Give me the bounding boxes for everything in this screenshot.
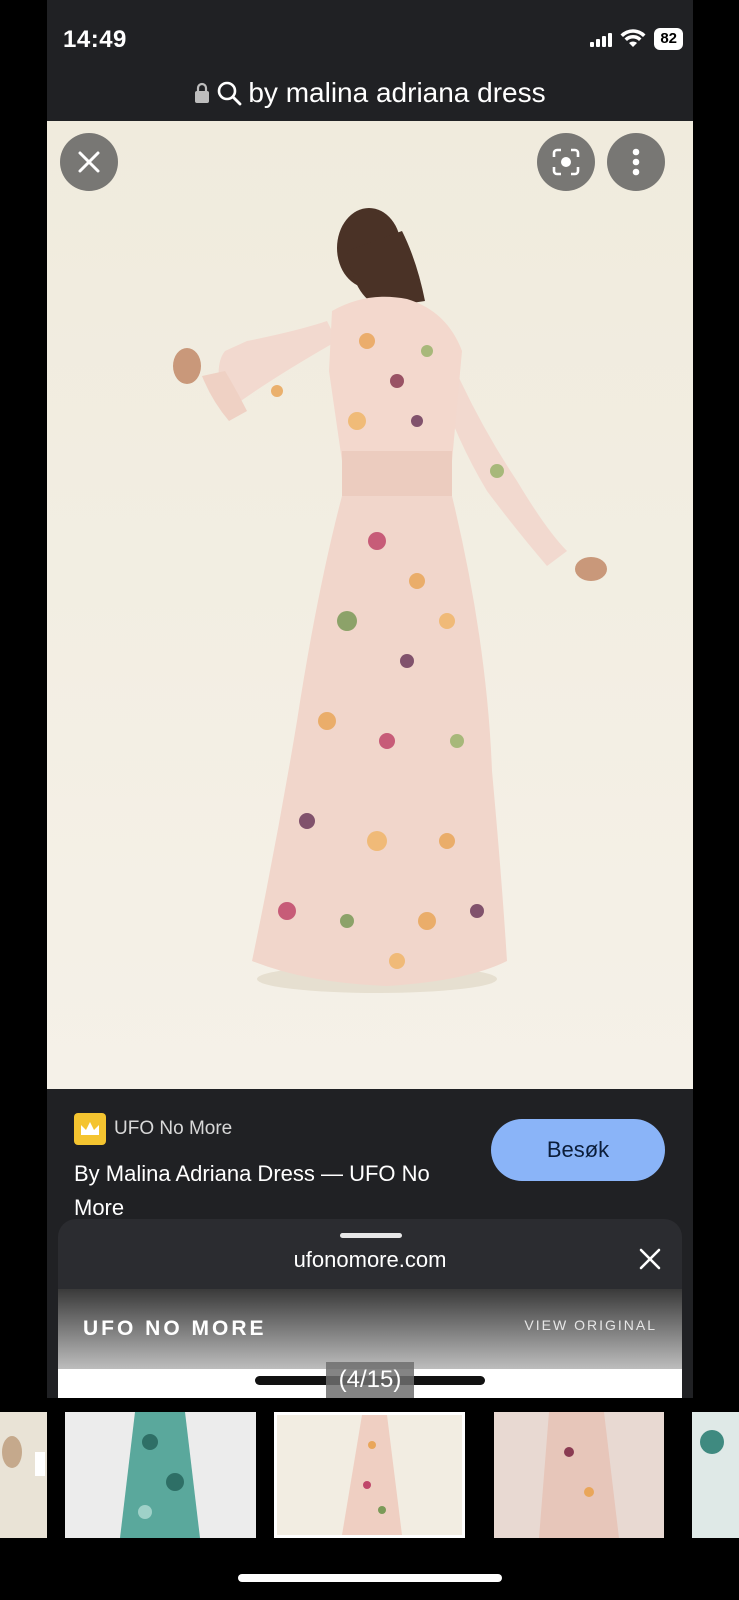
url-bar[interactable]: by malina adriana dress [47, 66, 693, 120]
battery-indicator: 82 [654, 28, 683, 50]
image-counter: (4/15) [326, 1362, 414, 1398]
site-banner: UFO NO MORE VIEW ORIGINAL [58, 1289, 682, 1369]
close-icon[interactable] [636, 1245, 664, 1273]
thumbnail-strip [0, 1398, 739, 1540]
status-icons: 82 [590, 28, 683, 50]
more-options-button[interactable] [607, 133, 665, 191]
status-time: 14:49 [63, 26, 127, 53]
search-icon [218, 81, 242, 106]
more-vert-icon [632, 148, 640, 176]
wifi-icon [620, 29, 646, 47]
lens-icon [552, 148, 580, 176]
thumbnail[interactable] [0, 1412, 47, 1538]
thumbnail[interactable] [65, 1412, 256, 1538]
sheet-domain: ufonomore.com [293, 1247, 447, 1272]
thumbnail-selected[interactable] [274, 1412, 465, 1538]
view-original-link[interactable]: VIEW ORIGINAL [524, 1317, 657, 1333]
lock-icon [195, 82, 210, 103]
source-favicon [74, 1113, 106, 1145]
lens-button[interactable] [537, 133, 595, 191]
thumbnail[interactable] [494, 1412, 664, 1538]
result-info: UFO No More By Malina Adriana Dress — UF… [47, 1089, 693, 1220]
search-query: by malina adriana dress [248, 77, 546, 108]
visit-button[interactable]: Besøk [491, 1119, 665, 1181]
main-image[interactable] [47, 121, 693, 1089]
crown-icon [81, 1122, 99, 1135]
home-indicator[interactable] [238, 1574, 502, 1582]
close-viewer-button[interactable] [60, 133, 118, 191]
close-icon [78, 151, 100, 173]
status-bar: 14:49 82 [47, 0, 693, 68]
site-brand: UFO NO MORE [83, 1317, 267, 1340]
result-title[interactable]: By Malina Adriana Dress — UFO No More [74, 1157, 454, 1225]
source-name[interactable]: UFO No More [114, 1118, 232, 1140]
image-viewer: 14:49 82 by malina adriana dress UFO No … [47, 0, 693, 1398]
sheet-drag-handle[interactable] [340, 1233, 402, 1238]
thumbnail[interactable] [692, 1412, 739, 1538]
cellular-signal-icon [590, 31, 613, 47]
dress-illustration [47, 121, 693, 1089]
